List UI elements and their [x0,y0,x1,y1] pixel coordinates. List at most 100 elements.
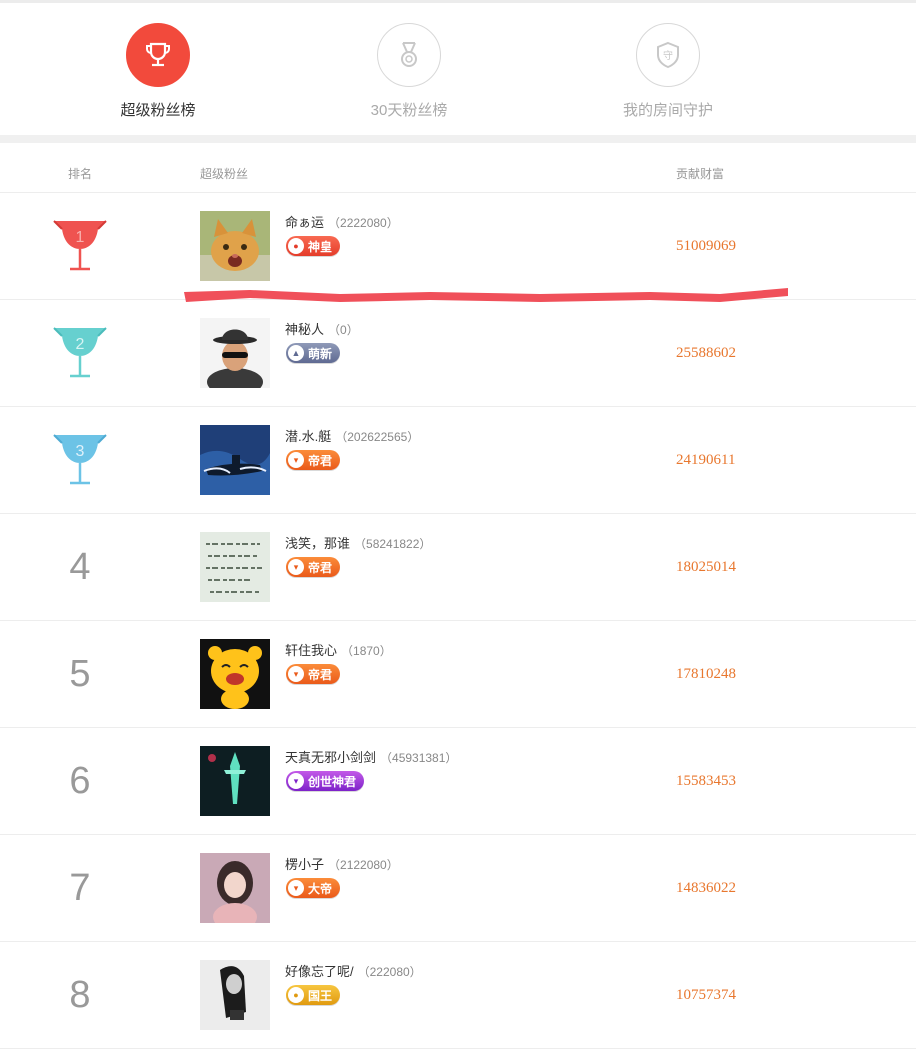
fan-id: （2222080） [328,216,399,230]
badge-label: 帝君 [308,453,333,468]
table-row[interactable]: 4 浅笑，那谁 （58241822） ▾ 帝君 18025014 [0,514,916,621]
fan-id: （222080） [357,965,422,979]
fan-id: （45931381） [380,751,458,765]
level-badge: ▾ 大帝 [286,878,341,898]
rank-cell: 7 [40,835,120,941]
level-badge: ▲ 萌新 [286,343,341,363]
badge-label: 萌新 [308,346,333,361]
tab-label: 我的房间守护 [622,102,713,119]
rank-number: 4 [69,545,91,588]
shield-icon: 守 [636,23,700,87]
chevron-down-icon: ▾ [288,452,304,468]
fan-name: 潜.水.艇 （202622565） [285,426,419,445]
tab-bar: 超级粉丝榜 30天粉丝榜 守 我的房间守护 [0,3,916,135]
rank-number: 5 [69,652,91,695]
header-super-fan: 超级粉丝 [200,167,249,181]
level-badge: ▾ 帝君 [286,450,341,470]
contribution-wealth: 14836022 [676,880,736,896]
tab-30-day-fans[interactable]: 30天粉丝榜 [329,23,489,120]
crown-icon: ● [288,238,304,254]
table-row[interactable]: 5 轩住我心 （1870） ▾ 帝君 17810248 [0,621,916,728]
badge-label: 帝君 [308,667,333,682]
chevron-down-icon: ▾ [288,559,304,575]
fan-nickname[interactable]: 神秘人 [285,322,324,337]
badge-label: 帝君 [308,560,333,575]
chevron-down-icon: ▾ [288,666,304,682]
table-row[interactable]: 7 楞小子 （2122080） ▾ 大帝 14836022 [0,835,916,942]
badge-label: 国王 [308,988,333,1003]
contribution-wealth: 18025014 [676,559,736,575]
girl-avatar[interactable] [200,853,270,923]
trophy-icon [126,23,190,87]
fan-nickname[interactable]: 天真无邪小剑剑 [285,750,376,765]
rank-number: 2 [76,336,85,353]
silver-trophy-icon: 2 [40,300,120,406]
bw-girl-avatar[interactable] [200,960,270,1030]
fan-name: 命ぁ运 （2222080） [285,212,399,231]
rank-cell: 5 [40,621,120,727]
rank-cell: 4 [40,514,120,620]
contribution-wealth: 24190611 [676,452,736,468]
tab-super-fans[interactable]: 超级粉丝榜 [78,23,238,120]
bronze-trophy-icon: 3 [40,407,120,513]
level-badge: ▾ 帝君 [286,557,341,577]
chevron-down-icon: ▾ [288,773,304,789]
tab-room-guard[interactable]: 守 我的房间守护 [588,23,748,120]
gold-trophy-icon: 1 [40,193,120,299]
contribution-wealth: 17810248 [676,666,736,682]
table-row[interactable]: 6 天真无邪小剑剑 （45931381） ▾ 创世神君 15583453 [0,728,916,835]
table-header: 排名 超级粉丝 贡献财富 [0,143,916,193]
triangle-icon: ▲ [288,345,304,361]
fan-name: 浅笑，那谁 （58241822） [285,533,431,552]
fan-id: （1870） [341,644,392,658]
tab-label: 30天粉丝榜 [370,102,448,119]
fan-name: 天真无邪小剑剑 （45931381） [285,747,457,766]
fan-nickname[interactable]: 楞小子 [285,857,324,872]
table-row[interactable]: 1 命ぁ运 （2222080） ● 神皇 51009069 [0,193,916,300]
fan-name: 好像忘了呢/（222080） [285,961,422,980]
contribution-wealth: 15583453 [676,773,736,789]
fan-id: （58241822） [354,537,432,551]
submarine-avatar[interactable] [200,425,270,495]
level-badge: ▾ 创世神君 [286,771,365,791]
rank-cell: 8 [40,942,120,1048]
rank-cell: 6 [40,728,120,834]
level-badge: ● 国王 [286,985,341,1005]
badge-label: 神皇 [308,239,333,254]
fan-nickname[interactable]: 命ぁ运 [285,215,324,230]
fan-id: （2122080） [328,858,399,872]
rank-number: 1 [76,229,85,246]
svg-text:守: 守 [663,49,673,62]
badge-label: 创世神君 [308,774,357,789]
sword-avatar[interactable] [200,746,270,816]
cartoon-avatar[interactable] [200,639,270,709]
level-badge: ● 神皇 [286,236,341,256]
level-badge: ▾ 帝君 [286,664,341,684]
crown-icon: ● [288,987,304,1003]
fan-nickname[interactable]: 好像忘了呢/ [285,964,354,979]
rank-number: 6 [69,759,91,802]
fan-id: （0） [328,323,359,337]
medal-icon [377,23,441,87]
fan-nickname[interactable]: 轩住我心 [285,643,337,658]
rank-number: 8 [69,973,91,1016]
fan-name: 轩住我心 （1870） [285,640,392,659]
tab-label: 超级粉丝榜 [120,102,196,119]
header-rank: 排名 [68,167,93,181]
rank-number: 7 [69,866,91,909]
handwriting-avatar[interactable] [200,532,270,602]
chevron-down-icon: ▾ [288,880,304,896]
header-wealth: 贡献财富 [676,167,725,181]
mystery-man-avatar[interactable] [200,318,270,388]
fan-nickname[interactable]: 浅笑，那谁 [285,536,350,551]
contribution-wealth: 10757374 [676,987,736,1003]
table-row[interactable]: 3 潜.水.艇 （202622565） ▾ 帝君 24190611 [0,407,916,514]
cat-avatar[interactable] [200,211,270,281]
fan-name: 楞小子 （2122080） [285,854,399,873]
contribution-wealth: 25588602 [676,345,736,361]
table-row[interactable]: 8 好像忘了呢/（222080） ● 国王 10757374 [0,942,916,1049]
badge-label: 大帝 [308,881,333,896]
fan-nickname[interactable]: 潜.水.艇 [285,429,331,444]
table-row[interactable]: 2 神秘人 （0） ▲ 萌新 25588602 [0,300,916,407]
contribution-wealth: 51009069 [676,238,736,254]
